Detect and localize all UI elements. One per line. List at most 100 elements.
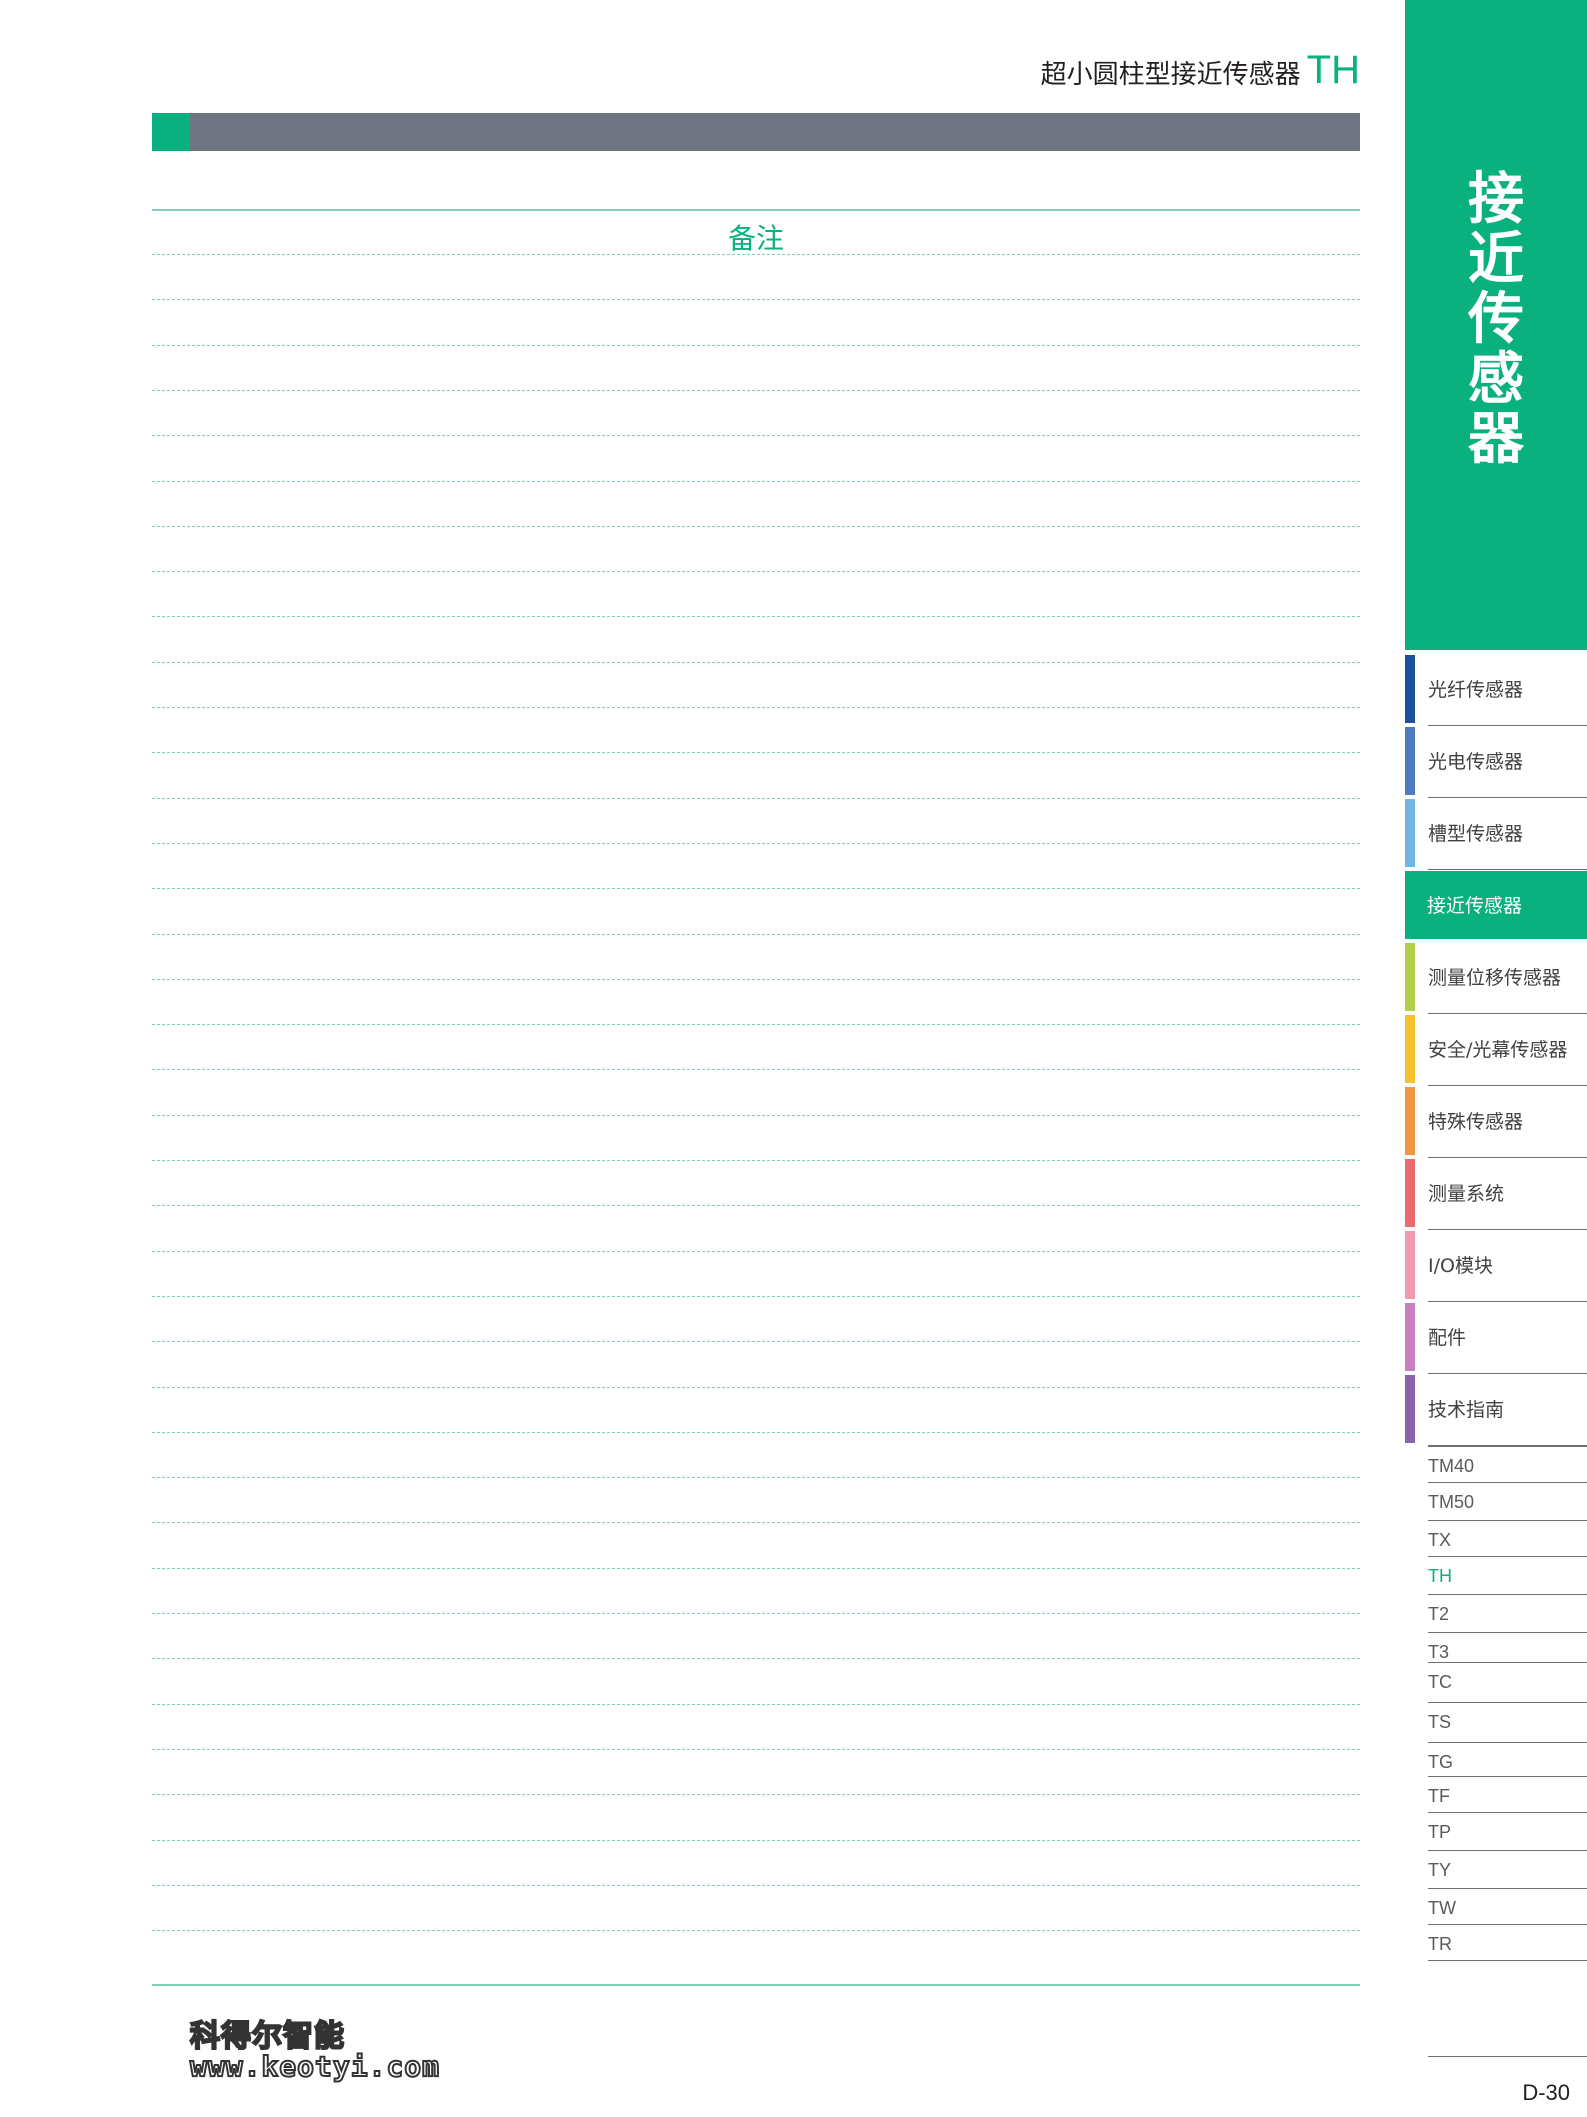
model-item[interactable]: TX — [1428, 1520, 1587, 1556]
notes-line — [152, 1386, 1360, 1388]
category-item[interactable]: 测量位移传感器 — [1405, 943, 1587, 1014]
watermark-url: www.keotyi.com — [189, 2050, 441, 2083]
model-label: TS — [1428, 1712, 1452, 1732]
model-item[interactable]: TC — [1428, 1662, 1587, 1698]
category-item[interactable]: 技术指南 — [1405, 1375, 1587, 1446]
notes-line — [152, 480, 1360, 482]
category-color-bar — [1405, 727, 1415, 795]
notes-line — [152, 1160, 1360, 1161]
side-title-char: 接 — [1468, 167, 1524, 232]
notes-line — [152, 1884, 1360, 1886]
category-color-bar — [1405, 1015, 1415, 1083]
notes-heading: 备注 — [727, 222, 784, 255]
category-label: 光纤传感器 — [1428, 679, 1524, 701]
category-item[interactable]: 接近传感器 — [1405, 871, 1587, 939]
model-label: TM40 — [1428, 1456, 1475, 1476]
notes-line — [152, 797, 1360, 799]
model-rule — [1428, 1632, 1587, 1633]
category-item[interactable]: 安全/光幕传感器 — [1405, 1015, 1587, 1086]
category-label: I/O模块 — [1428, 1255, 1493, 1277]
category-label: 接近传感器 — [1427, 895, 1523, 917]
category-item[interactable]: 槽型传感器 — [1405, 799, 1587, 870]
category-color-bar — [1405, 799, 1415, 867]
side-title-char: 器 — [1468, 407, 1524, 472]
category-color-bar — [1405, 1159, 1415, 1227]
model-rule — [1428, 1662, 1587, 1663]
page-number-rule — [1428, 2056, 1587, 2057]
page-number: D-30 — [1522, 2080, 1570, 2105]
category-nav: 光纤传感器光电传感器 槽型传感器接近传感器测量位移传感器安全/光幕传感器特殊传感器… — [1405, 655, 1587, 1447]
model-rule — [1428, 1702, 1587, 1703]
model-label: TP — [1428, 1822, 1452, 1842]
category-item[interactable]: 测量系统 — [1405, 1159, 1587, 1230]
model-item[interactable]: TS — [1428, 1702, 1587, 1738]
notes-line — [152, 1567, 1360, 1569]
notes-line — [152, 254, 1360, 255]
category-rule — [1428, 1157, 1587, 1158]
notes-line — [152, 344, 1360, 346]
model-list-end-rule — [1428, 1960, 1587, 1996]
section-title-bar — [152, 113, 1360, 151]
category-rule — [1428, 869, 1587, 870]
side-category-panel: 接近传感器 — [1405, 0, 1587, 650]
model-item[interactable]: TY — [1428, 1850, 1587, 1886]
category-item[interactable]: 光电传感器 — [1405, 727, 1587, 798]
category-rule — [1428, 1373, 1587, 1374]
model-item[interactable]: TH — [1428, 1556, 1587, 1592]
notes-line — [152, 888, 1360, 890]
model-rule — [1428, 1812, 1587, 1813]
model-item[interactable]: TR — [1428, 1924, 1587, 1960]
category-label: 安全/光幕传感器 — [1428, 1039, 1568, 1061]
category-item[interactable]: 配件 — [1405, 1303, 1587, 1374]
model-item[interactable]: T2 — [1428, 1594, 1587, 1630]
model-item[interactable]: TF — [1428, 1776, 1587, 1812]
category-color-bar — [1405, 1231, 1415, 1299]
notes-line — [152, 707, 1360, 708]
model-rule — [1428, 1888, 1587, 1889]
notes-line — [152, 1613, 1360, 1614]
model-rule — [1428, 1924, 1587, 1925]
title-bar-accent — [152, 113, 190, 151]
model-item[interactable]: TG — [1428, 1742, 1587, 1778]
model-item[interactable]: TP — [1428, 1812, 1587, 1848]
category-item[interactable]: I/O模块 — [1405, 1231, 1587, 1302]
notes-line — [152, 1341, 1360, 1343]
notes-line — [152, 616, 1360, 618]
notes-line — [152, 571, 1360, 573]
category-color-bar — [1405, 1375, 1415, 1443]
notes-line — [152, 1024, 1360, 1026]
model-label: TY — [1428, 1860, 1452, 1880]
notes-line — [152, 1748, 1360, 1750]
model-rule — [1428, 1960, 1587, 1961]
notes-line — [152, 1205, 1360, 1207]
category-item[interactable]: 光纤传感器 — [1405, 655, 1587, 726]
notes-area: 备注 — [152, 209, 1360, 1986]
category-label: 测量系统 — [1428, 1183, 1505, 1205]
side-title-char: 感 — [1468, 347, 1524, 412]
model-label: TF — [1428, 1786, 1450, 1806]
category-color-bar — [1405, 943, 1415, 1011]
notes-line — [152, 435, 1360, 437]
category-item[interactable]: 特殊传感器 — [1405, 1087, 1587, 1158]
category-rule — [1428, 1301, 1587, 1302]
category-rule — [1428, 1013, 1587, 1014]
document-header: 超小圆柱型接近传感器 TH — [1041, 48, 1360, 93]
category-rule — [1428, 725, 1587, 726]
notes-line — [152, 1794, 1360, 1796]
category-color-bar — [1405, 1087, 1415, 1155]
model-label: TC — [1428, 1672, 1452, 1692]
model-rule — [1428, 1742, 1587, 1743]
model-item[interactable]: TW — [1428, 1888, 1587, 1924]
side-category-title: 接近传感器 — [1405, 170, 1587, 470]
notes-line — [152, 1114, 1360, 1116]
notes-line — [152, 1522, 1360, 1524]
model-rule — [1428, 1556, 1587, 1557]
model-item[interactable]: TM40 — [1428, 1446, 1587, 1482]
model-label: TR — [1428, 1934, 1452, 1954]
model-item[interactable]: TM50 — [1428, 1482, 1587, 1518]
category-label: 配件 — [1428, 1327, 1467, 1349]
notes-line — [152, 1250, 1360, 1252]
watermark-name: 科得尔智能 — [189, 2019, 345, 2054]
watermark-logo: 科得尔智能 www.keotyi.com — [189, 2019, 441, 2083]
side-title-char: 传 — [1468, 287, 1524, 352]
